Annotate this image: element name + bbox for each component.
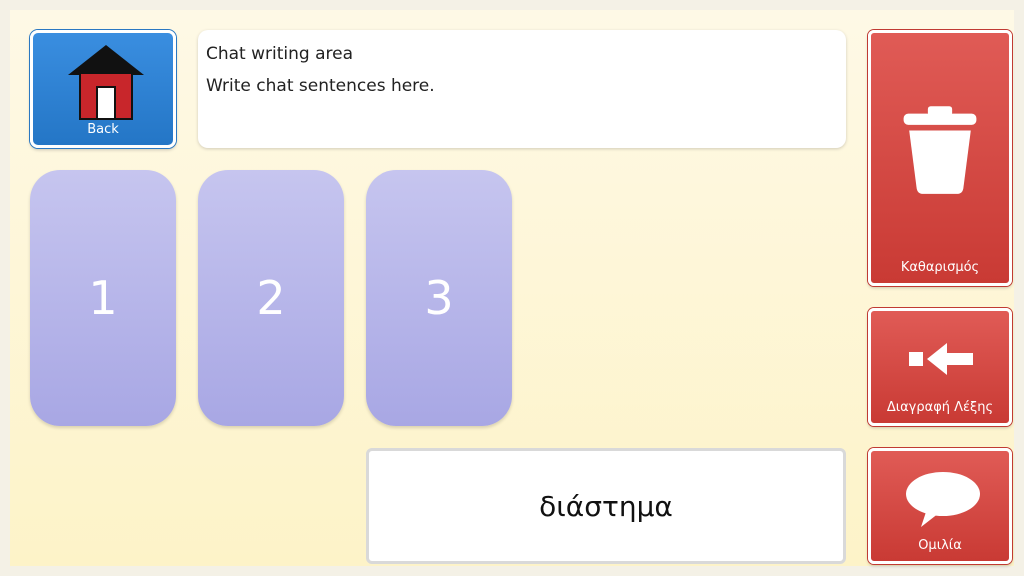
speak-button[interactable]: Ομιλία xyxy=(868,448,1012,564)
trash-icon xyxy=(903,106,977,194)
delete-word-label: Διαγραφή Λέξης xyxy=(886,400,994,415)
app-canvas: Back Chat writing area Write chat senten… xyxy=(10,10,1014,566)
delete-word-button[interactable]: Διαγραφή Λέξης xyxy=(868,308,1012,426)
number-button-1[interactable]: 1 xyxy=(30,170,176,426)
home-icon xyxy=(68,45,144,120)
clear-label: Καθαρισμός xyxy=(900,260,980,275)
number-button-2[interactable]: 2 xyxy=(198,170,344,426)
chat-hint: Write chat sentences here. xyxy=(206,76,435,96)
back-button[interactable]: Back xyxy=(30,30,176,148)
speech-bubble-icon xyxy=(906,472,980,527)
chat-title: Chat writing area xyxy=(206,44,354,64)
chat-writing-area[interactable]: Chat writing area Write chat sentences h… xyxy=(198,30,846,148)
clear-button[interactable]: Καθαρισμός xyxy=(868,30,1012,286)
backspace-arrow-icon xyxy=(909,343,973,375)
space-button[interactable]: διάστημα xyxy=(366,448,846,564)
speak-label: Ομιλία xyxy=(918,538,962,553)
back-label: Back xyxy=(87,122,119,137)
number-button-3[interactable]: 3 xyxy=(366,170,512,426)
